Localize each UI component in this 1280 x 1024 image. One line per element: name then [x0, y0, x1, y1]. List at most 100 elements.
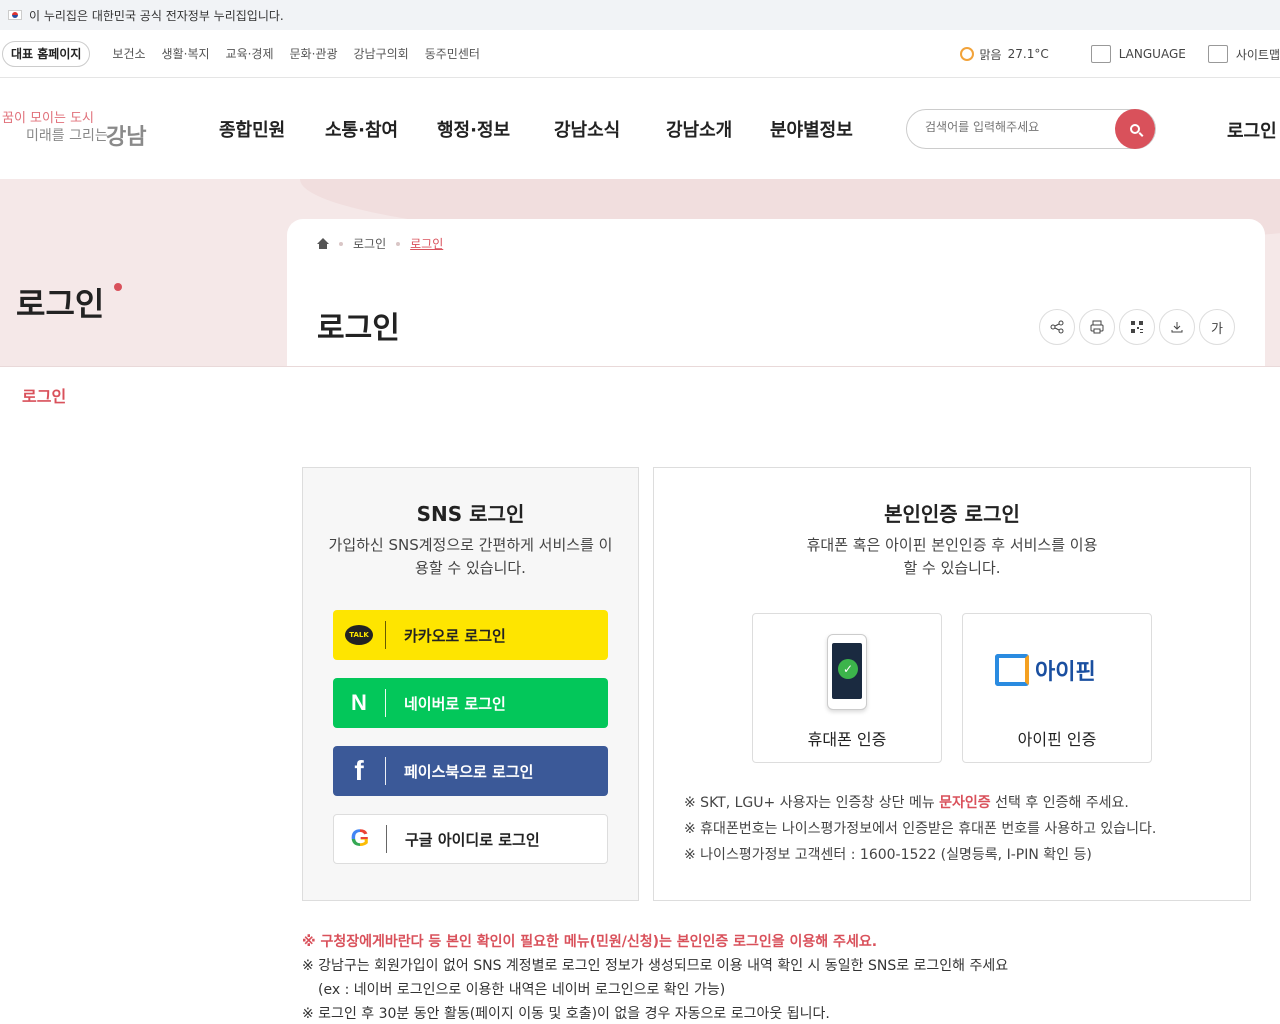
weather-widget: 맑음 27.1°C [959, 46, 1049, 63]
phone-screen: ✓ [832, 643, 862, 699]
verification-notes: ※ SKT, LGU+ 사용자는 인증창 상단 메뉴 문자인증 선택 후 인증해… [684, 790, 1156, 868]
utility-bar: 대표 홈페이지 보건소 생활·복지 교육·경제 문화·관광 강남구의회 동주민센… [0, 30, 1280, 78]
kakao-talk-icon: TALK [345, 625, 373, 645]
phone-verification-label: 휴대폰 인증 [807, 730, 887, 749]
font-size-button[interactable]: 가 [1199, 309, 1235, 345]
note-line: ※ 나이스평가정보 고객센터 : 1600-1522 (실명등록, I-PIN … [684, 847, 1092, 863]
phone-check-icon: ✓ [827, 634, 867, 710]
home-icon[interactable] [317, 238, 329, 249]
divider [385, 621, 386, 649]
check-icon: ✓ [838, 659, 858, 679]
note-text: 선택 후 인증해 주세요. [990, 795, 1129, 811]
notice-line-example: (ex : 네이버 로그인으로 이용한 내역은 네이버 로그인으로 확인 가능) [318, 982, 726, 998]
util-link-community[interactable]: 동주민센터 [425, 45, 480, 62]
ipin-verification-label: 아이핀 인증 [1017, 730, 1097, 749]
print-button[interactable] [1079, 309, 1115, 345]
download-icon [1171, 322, 1183, 333]
utility-right: 맑음 27.1°C LANGUAGE 사이트맵 [959, 30, 1280, 78]
search-button[interactable] [1115, 109, 1155, 149]
nav-fields[interactable]: 분야별정보 [770, 116, 853, 142]
kakao-icon-wrap: TALK [333, 610, 385, 660]
notice-line-important: ※ 구청장에게바란다 등 본인 확인이 필요한 메뉴(민원/신청)는 본인인증 … [302, 934, 878, 950]
language-button[interactable]: LANGUAGE [1090, 45, 1186, 63]
breadcrumb-separator [396, 241, 401, 246]
content-header-card: 로그인 로그인 로그인 가 [287, 219, 1265, 366]
search-input[interactable] [925, 120, 1095, 134]
utility-links: 보건소 생활·복지 교육·경제 문화·관광 강남구의회 동주민센터 [112, 45, 479, 62]
logo-line1: 꿈이 모이는 도시 [2, 111, 94, 126]
login-notice: ※ 구청장에게바란다 등 본인 확인이 필요한 메뉴(민원/신청)는 본인인증 … [302, 930, 1008, 1024]
header-login-link[interactable]: 로그인 [1227, 117, 1277, 143]
korea-flag-icon [8, 10, 22, 20]
breadcrumb-current[interactable]: 로그인 [410, 235, 443, 252]
naver-icon-wrap: N [333, 678, 385, 728]
ipin-verification-button[interactable]: 아이핀 아이핀 인증 [962, 613, 1152, 763]
logo-line2: 미래를 그리는 [26, 128, 108, 144]
ipin-mark-icon [995, 654, 1029, 686]
qr-icon [1131, 321, 1143, 333]
id-login-desc: 휴대폰 혹은 아이핀 본인인증 후 서비스를 이용할 수 있습니다. [806, 536, 1098, 577]
sns-login-desc: 가입하신 SNS계정으로 간편하게 서비스를 이용할 수 있습니다. [328, 536, 613, 577]
page-title: 로그인 [317, 311, 400, 346]
notice-line: ※ 강남구는 회원가입이 없어 SNS 계정별로 로그인 정보가 생성되므로 이… [302, 958, 1009, 974]
logo-big: 강남 [106, 125, 147, 150]
divider [385, 757, 386, 785]
side-menu-login[interactable]: 로그인 [22, 383, 66, 407]
naver-login-label: 네이버로 로그인 [404, 694, 506, 713]
breadcrumb-item[interactable]: 로그인 [353, 235, 386, 252]
divider [386, 825, 387, 853]
sun-icon [959, 47, 974, 61]
main-homepage-link[interactable]: 대표 홈페이지 [2, 40, 91, 67]
share-button[interactable] [1039, 309, 1075, 345]
breadcrumb: 로그인 로그인 [317, 235, 443, 252]
sitemap-label: 사이트맵 [1235, 47, 1280, 62]
sitemap-icon [1207, 45, 1228, 63]
notice-line: ※ 로그인 후 30분 동안 활동(페이지 이동 및 호출)이 없을 경우 자동… [302, 1006, 830, 1022]
nav-civil-service[interactable]: 종합민원 [219, 116, 285, 142]
util-link-education[interactable]: 교육·경제 [226, 45, 274, 62]
ipin-logo: 아이핀 [995, 654, 1096, 686]
util-link-welfare[interactable]: 생활·복지 [162, 45, 210, 62]
util-link-council[interactable]: 강남구의회 [354, 45, 409, 62]
temperature: 27.1°C [1007, 47, 1049, 61]
main-header: 꿈이 모이는 도시 미래를 그리는 강남 종합민원 소통·참여 행정·정보 강남… [0, 79, 1280, 179]
id-verification-panel: 본인인증 로그인 휴대폰 혹은 아이핀 본인인증 후 서비스를 이용할 수 있습… [653, 467, 1251, 901]
sns-login-panel: SNS 로그인 가입하신 SNS계정으로 간편하게 서비스를 이용할 수 있습니… [302, 467, 639, 901]
search-box [906, 109, 1156, 149]
print-icon [1090, 320, 1104, 334]
book-icon [1090, 45, 1111, 63]
hero-dot [114, 283, 122, 291]
sns-login-title: SNS 로그인 [416, 502, 525, 526]
hero-title: 로그인 [16, 285, 105, 323]
sitemap-button[interactable]: 사이트맵 [1207, 45, 1280, 63]
bookmark-button[interactable] [1159, 309, 1195, 345]
naver-login-button[interactable]: N 네이버로 로그인 [333, 678, 608, 728]
google-icon-wrap: G [334, 815, 386, 863]
qr-button[interactable] [1119, 309, 1155, 345]
page-hero: 로그인 로그인 로그인 로그인 가 [0, 179, 1280, 367]
id-login-title: 본인인증 로그인 [884, 502, 1020, 526]
kakao-login-button[interactable]: TALK 카카오로 로그인 [333, 610, 608, 660]
kakao-login-label: 카카오로 로그인 [404, 626, 506, 645]
util-link-health[interactable]: 보건소 [112, 45, 145, 62]
facebook-login-button[interactable]: f 페이스북으로 로그인 [333, 746, 608, 796]
util-link-culture[interactable]: 문화·관광 [290, 45, 338, 62]
naver-icon: N [351, 690, 367, 715]
note-highlight: 문자인증 [939, 795, 991, 811]
breadcrumb-separator [339, 241, 343, 246]
share-icon [1050, 320, 1064, 334]
google-login-label: 구글 아이디로 로그인 [405, 830, 540, 849]
nav-news[interactable]: 강남소식 [554, 116, 620, 142]
facebook-icon-wrap: f [333, 746, 385, 796]
gov-banner: 이 누리집은 대한민국 공식 전자정부 누리집입니다. [0, 0, 1280, 30]
site-logo[interactable]: 꿈이 모이는 도시 미래를 그리는 강남 [2, 107, 152, 152]
nav-participation[interactable]: 소통·참여 [325, 116, 398, 142]
facebook-icon: f [354, 755, 364, 786]
nav-about[interactable]: 강남소개 [666, 116, 732, 142]
google-login-button[interactable]: G 구글 아이디로 로그인 [333, 814, 608, 864]
phone-verification-button[interactable]: ✓ 휴대폰 인증 [752, 613, 942, 763]
page-tools: 가 [1039, 309, 1235, 345]
search-icon [1130, 124, 1140, 134]
nav-administration[interactable]: 행정·정보 [437, 116, 510, 142]
ipin-logo-text: 아이핀 [1035, 660, 1096, 685]
